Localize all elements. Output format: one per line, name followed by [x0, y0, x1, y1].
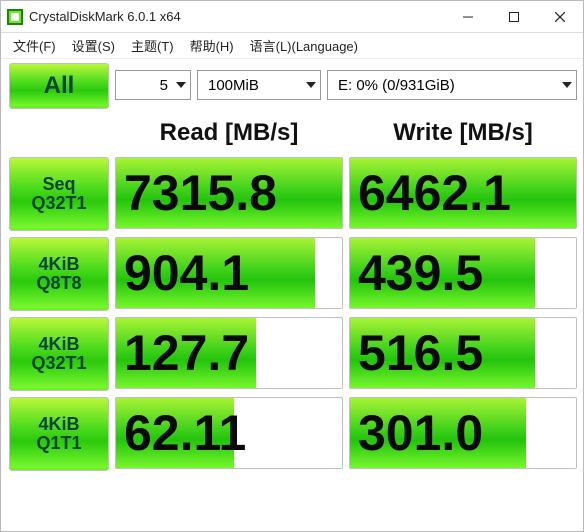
menubar: 文件(F) 设置(S) 主题(T) 帮助(H) 语言(L)(Language): [1, 33, 583, 59]
menu-file[interactable]: 文件(F): [7, 34, 62, 57]
header-read: Read [MB/s]: [115, 115, 343, 151]
body: All 5 100MiB E: 0% (0/931GiB) Re: [1, 59, 583, 479]
header-spacer: [9, 115, 109, 151]
menu-theme[interactable]: 主题(T): [125, 34, 180, 57]
chevron-down-icon: [562, 82, 572, 88]
write-value-seq-q32t1: 6462.1: [349, 157, 577, 229]
test-button-seq-q32t1[interactable]: Seq Q32T1: [9, 157, 109, 231]
runs-value: 5: [160, 77, 168, 94]
chevron-down-icon: [176, 82, 186, 88]
test-label-line1: 4KiB: [38, 335, 79, 354]
menu-language[interactable]: 语言(L)(Language): [244, 34, 364, 57]
test-label-line2: Q32T1: [31, 194, 86, 213]
app-icon: [7, 9, 23, 25]
drive-select[interactable]: E: 0% (0/931GiB): [327, 70, 577, 100]
test-label-line1: 4KiB: [38, 415, 79, 434]
controls-row: 5 100MiB E: 0% (0/931GiB): [115, 63, 577, 107]
close-button[interactable]: [537, 1, 583, 32]
write-value-4kib-q32t1: 516.5: [349, 317, 577, 389]
drive-value: E: 0% (0/931GiB): [338, 77, 455, 94]
grid: All 5 100MiB E: 0% (0/931GiB) Re: [9, 63, 575, 471]
read-value-4kib-q1t1: 62.11: [115, 397, 343, 469]
read-value-4kib-q8t8: 904.1: [115, 237, 343, 309]
write-value-4kib-q1t1: 301.0: [349, 397, 577, 469]
test-size-select[interactable]: 100MiB: [197, 70, 321, 100]
read-number: 904.1: [124, 244, 249, 302]
headers-row: Read [MB/s] Write [MB/s]: [115, 115, 577, 151]
write-number: 6462.1: [358, 164, 511, 222]
menu-settings[interactable]: 设置(S): [66, 34, 121, 57]
runs-select[interactable]: 5: [115, 70, 191, 100]
close-icon: [555, 12, 565, 22]
read-number: 62.11: [124, 404, 246, 462]
write-number: 516.5: [358, 324, 483, 382]
minimize-icon: [463, 12, 473, 22]
menu-help[interactable]: 帮助(H): [184, 34, 240, 57]
test-label-line1: Seq: [42, 175, 75, 194]
read-value-seq-q32t1: 7315.8: [115, 157, 343, 229]
all-button-label: All: [44, 73, 75, 98]
maximize-button[interactable]: [491, 1, 537, 32]
minimize-button[interactable]: [445, 1, 491, 32]
test-button-4kib-q8t8[interactable]: 4KiB Q8T8: [9, 237, 109, 311]
test-label-line2: Q8T8: [36, 274, 81, 293]
header-write: Write [MB/s]: [349, 115, 577, 151]
read-number: 127.7: [124, 324, 249, 382]
app-window: CrystalDiskMark 6.0.1 x64 文件(F) 设置(S) 主题…: [0, 0, 584, 532]
test-label-line1: 4KiB: [38, 255, 79, 274]
write-value-4kib-q8t8: 439.5: [349, 237, 577, 309]
read-value-4kib-q32t1: 127.7: [115, 317, 343, 389]
titlebar-left: CrystalDiskMark 6.0.1 x64: [7, 9, 181, 25]
titlebar-controls: [445, 1, 583, 32]
app-title: CrystalDiskMark 6.0.1 x64: [29, 9, 181, 24]
titlebar: CrystalDiskMark 6.0.1 x64: [1, 1, 583, 33]
all-button[interactable]: All: [9, 63, 109, 109]
test-size-value: 100MiB: [208, 77, 259, 94]
read-number: 7315.8: [124, 164, 277, 222]
maximize-icon: [509, 12, 519, 22]
test-button-4kib-q32t1[interactable]: 4KiB Q32T1: [9, 317, 109, 391]
test-label-line2: Q1T1: [36, 434, 81, 453]
write-number: 301.0: [358, 404, 483, 462]
chevron-down-icon: [306, 82, 316, 88]
write-number: 439.5: [358, 244, 483, 302]
test-label-line2: Q32T1: [31, 354, 86, 373]
test-button-4kib-q1t1[interactable]: 4KiB Q1T1: [9, 397, 109, 471]
